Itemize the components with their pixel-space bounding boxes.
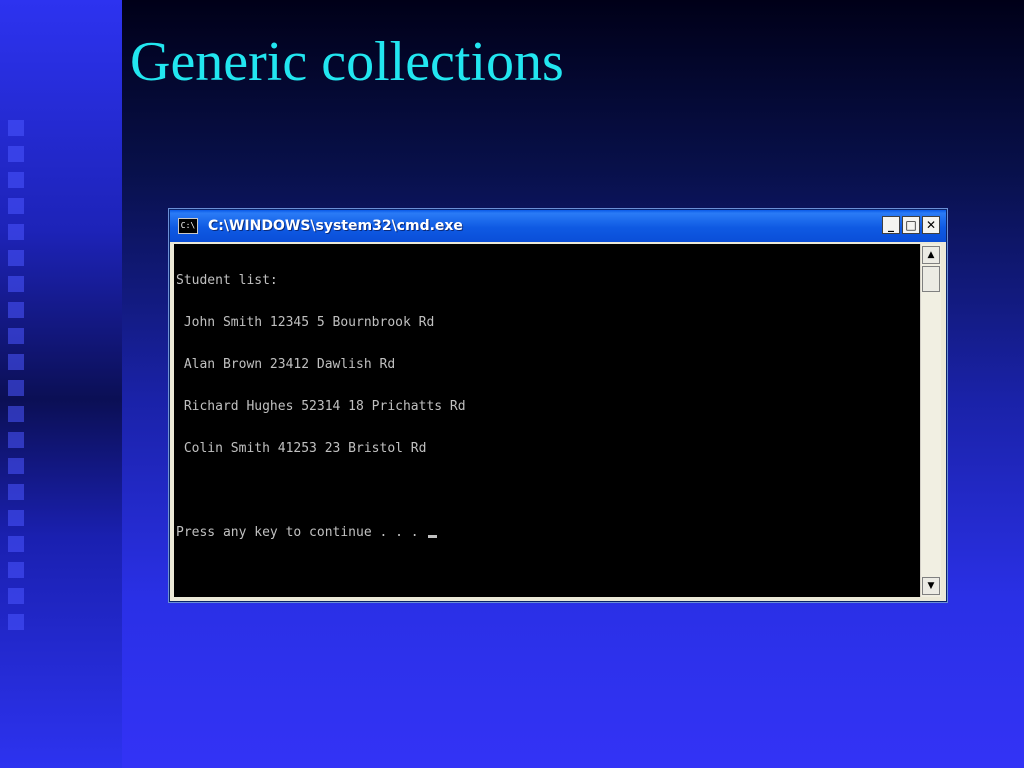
decorative-square (8, 458, 24, 474)
decorative-square (8, 198, 24, 214)
decorative-square (8, 250, 24, 266)
scroll-thumb[interactable] (922, 266, 940, 292)
cmd-window: C:\ C:\WINDOWS\system32\cmd.exe _ □ ✕ St… (169, 209, 947, 602)
window-titlebar[interactable]: C:\ C:\WINDOWS\system32\cmd.exe _ □ ✕ (170, 210, 946, 242)
slide-title: Generic collections (130, 31, 564, 93)
decorative-square (8, 588, 24, 604)
decorative-square (8, 380, 24, 396)
decorative-square (8, 406, 24, 422)
minimize-button[interactable]: _ (882, 216, 900, 234)
console-line: Alan Brown 23412 Dawlish Rd (176, 357, 396, 372)
decorative-square (8, 120, 24, 136)
scroll-up-button[interactable]: ▲ (922, 246, 940, 264)
close-button[interactable]: ✕ (922, 216, 940, 234)
decorative-square (8, 172, 24, 188)
decorative-square (8, 614, 24, 630)
window-controls: _ □ ✕ (882, 216, 940, 234)
arrow-up-icon: ▲ (927, 250, 935, 260)
console-line: Student list: (176, 273, 278, 288)
text-cursor (428, 535, 438, 538)
decorative-squares (8, 120, 28, 640)
decorative-square (8, 302, 24, 318)
decorative-left-strip (0, 0, 122, 768)
decorative-square (8, 562, 24, 578)
vertical-scrollbar[interactable]: ▲ ▼ (920, 244, 941, 597)
decorative-square (8, 224, 24, 240)
decorative-square (8, 354, 24, 370)
decorative-square (8, 328, 24, 344)
scroll-down-button[interactable]: ▼ (922, 577, 940, 595)
console-line: Richard Hughes 52314 18 Prichatts Rd (176, 399, 466, 414)
console-prompt: Press any key to continue . . . (176, 525, 427, 540)
console-prompt-line: Press any key to continue . . . (176, 526, 920, 540)
console-output[interactable]: Student list: John Smith 12345 5 Bournbr… (174, 244, 920, 597)
decorative-square (8, 484, 24, 500)
arrow-down-icon: ▼ (927, 581, 935, 591)
cmd-app-icon[interactable]: C:\ (178, 218, 198, 234)
console-line: John Smith 12345 5 Bournbrook Rd (176, 315, 435, 330)
decorative-square (8, 536, 24, 552)
decorative-square (8, 432, 24, 448)
console-line: Colin Smith 41253 23 Bristol Rd (176, 441, 427, 456)
window-title: C:\WINDOWS\system32\cmd.exe (208, 218, 463, 234)
decorative-square (8, 276, 24, 292)
maximize-button[interactable]: □ (902, 216, 920, 234)
decorative-square (8, 146, 24, 162)
decorative-square (8, 510, 24, 526)
